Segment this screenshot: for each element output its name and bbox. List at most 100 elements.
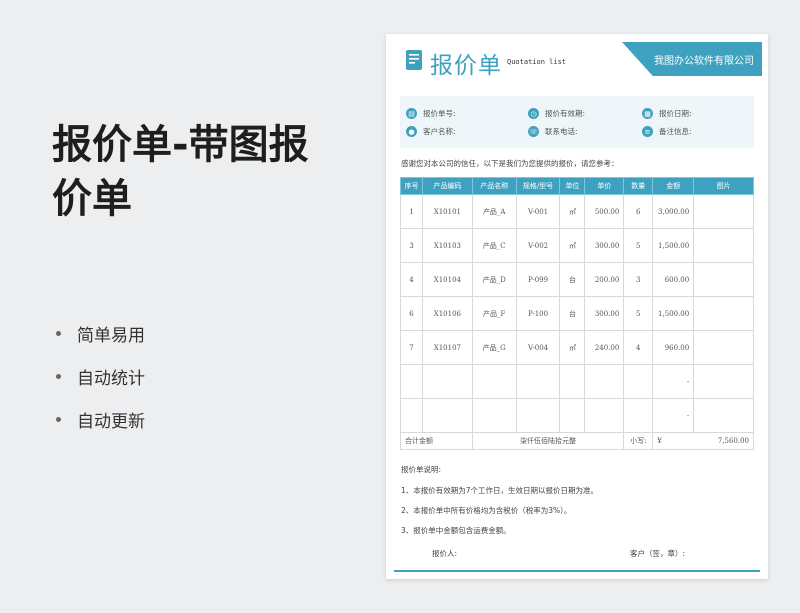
table-cell: 240.00 [584, 330, 625, 365]
info-customer: ● 客户名称: [406, 126, 456, 137]
table-row: - [400, 364, 754, 399]
bullet-icon [56, 417, 61, 422]
table-cell: X10104 [421, 262, 473, 297]
column-header: 序号 [400, 177, 423, 195]
table-cell: 产品_A [471, 194, 517, 229]
product-image-cell [693, 330, 754, 365]
table-row: 4 X10104 产品_D P-099 台 200.00 3 600.00 [400, 262, 754, 297]
user-icon: ● [406, 126, 417, 137]
table-row: 1 X10101 产品_A V-001 ㎡ 500.00 6 3,000.00 [400, 194, 754, 229]
table-cell: 1,500.00 [652, 228, 695, 263]
note-item: 2、本报价单中所有价格均为含税价（税率为3%）。 [401, 506, 572, 515]
column-header: 单位 [559, 177, 586, 195]
column-header: 产品名称 [471, 177, 517, 195]
table-cell: 300.00 [584, 296, 625, 331]
table-row: 3 X10103 产品_C V-002 ㎡ 300.00 5 1,500.00 [400, 228, 754, 263]
total-label: 合计金额 [400, 432, 473, 450]
quotation-sheet: 报价单 Quotation list 我图办公软件有限公司 ▤ 报价单号: ◷ 报价… [386, 34, 768, 579]
table-cell: 5 [623, 228, 654, 263]
table-total-row: 合计金额 柒仟伍佰陆拾元整 小写: ¥ 7,560.00 [400, 432, 754, 450]
notes-title: 报价单说明: [401, 465, 442, 474]
product-image-cell [693, 228, 754, 263]
info-remarks: ≡ 备注信息: [642, 126, 692, 137]
product-image-cell [693, 364, 754, 399]
sheet-title: 报价单 [430, 53, 502, 79]
product-image-cell [693, 296, 754, 331]
product-image-cell [693, 194, 754, 229]
feature-item: 自动统计 [52, 355, 145, 398]
thanks-text: 感谢您对本公司的信任，以下是我们为您提供的报价，请您参考： [401, 159, 619, 168]
table-cell [421, 364, 473, 399]
table-cell: X10103 [421, 228, 473, 263]
table-cell: P-100 [515, 296, 561, 331]
table-cell [400, 398, 423, 433]
promo-title-line2: 价单 [52, 176, 132, 222]
table-cell [515, 398, 561, 433]
info-phone: ☏ 联系电话: [528, 126, 578, 137]
table-cell: 300.00 [584, 228, 625, 263]
table-row: 7 X10107 产品_G V-004 ㎡ 240.00 4 960.00 [400, 330, 754, 365]
column-header: 数量 [623, 177, 654, 195]
table-cell: V-002 [515, 228, 561, 263]
table-cell [623, 398, 654, 433]
table-cell: 产品_D [471, 262, 517, 297]
table-cell: 3 [400, 228, 423, 263]
table-cell: 产品_C [471, 228, 517, 263]
bottom-divider [394, 570, 760, 572]
calendar-icon: ▦ [642, 108, 653, 119]
table-row: 6 X10106 产品_F P-100 台 300.00 5 1,500.00 [400, 296, 754, 331]
table-cell: 1,500.00 [652, 296, 695, 331]
bullet-icon [56, 374, 61, 379]
subtotal-label: 小写: [623, 432, 654, 450]
company-banner: 我图办公软件有限公司 [622, 42, 762, 76]
currency-symbol: ¥ [657, 437, 662, 445]
info-box: ▤ 报价单号: ◷ 报价有效期: ▦ 报价日期: ● 客户名称: ☏ 联系电话: ≡ 备注信… [400, 96, 754, 148]
table-cell [400, 364, 423, 399]
table-cell: - [652, 398, 695, 433]
phone-icon: ☏ [528, 126, 539, 137]
table-cell: ㎡ [559, 194, 586, 229]
table-cell [421, 398, 473, 433]
company-name: 我图办公软件有限公司 [654, 55, 754, 67]
feature-item: 简单易用 [52, 312, 145, 355]
note-item: 1、本报价有效期为7个工作日，生效日期以报价日期为准。 [401, 486, 599, 495]
table-cell: ㎡ [559, 330, 586, 365]
table-cell: X10107 [421, 330, 473, 365]
sheet-subtitle: Quotation list [507, 58, 567, 66]
total-value: 7,560.00 [717, 437, 749, 445]
column-header: 单价 [584, 177, 625, 195]
info-quote-date: ▦ 报价日期: [642, 108, 692, 119]
product-image-cell [693, 398, 754, 433]
list-icon: ≡ [642, 126, 653, 137]
table-cell: X10101 [421, 194, 473, 229]
table-cell: 5 [623, 296, 654, 331]
column-header: 产品编码 [421, 177, 473, 195]
table-cell: 台 [559, 262, 586, 297]
table-cell: V-001 [515, 194, 561, 229]
table-cell [515, 364, 561, 399]
table-cell: 6 [623, 194, 654, 229]
table-cell: 产品_F [471, 296, 517, 331]
column-header: 规格/型号 [515, 177, 561, 195]
table-row: - [400, 398, 754, 433]
table-cell [471, 364, 517, 399]
notes-section: 报价单说明: 1、本报价有效期为7个工作日，生效日期以报价日期为准。 2、本报价… [401, 464, 598, 545]
feature-list: 简单易用 自动统计 自动更新 [52, 312, 145, 441]
table-cell: 1 [400, 194, 423, 229]
table-cell: 台 [559, 296, 586, 331]
table-cell: 4 [400, 262, 423, 297]
product-image-cell [693, 262, 754, 297]
quotation-table: 序号 产品编码 产品名称 规格/型号 单位 单价 数量 金额 图片 1 X10101 产品_A V-0… [400, 177, 754, 450]
table-cell: - [652, 364, 695, 399]
quoter-signature-label: 报价人: [432, 549, 458, 558]
table-cell [471, 398, 517, 433]
table-cell [559, 364, 586, 399]
table-cell: 6 [400, 296, 423, 331]
table-cell [584, 364, 625, 399]
table-cell: 7 [400, 330, 423, 365]
table-cell: 4 [623, 330, 654, 365]
info-quote-no: ▤ 报价单号: [406, 108, 456, 119]
table-cell: P-099 [515, 262, 561, 297]
column-header: 金额 [652, 177, 695, 195]
clock-icon: ◷ [528, 108, 539, 119]
